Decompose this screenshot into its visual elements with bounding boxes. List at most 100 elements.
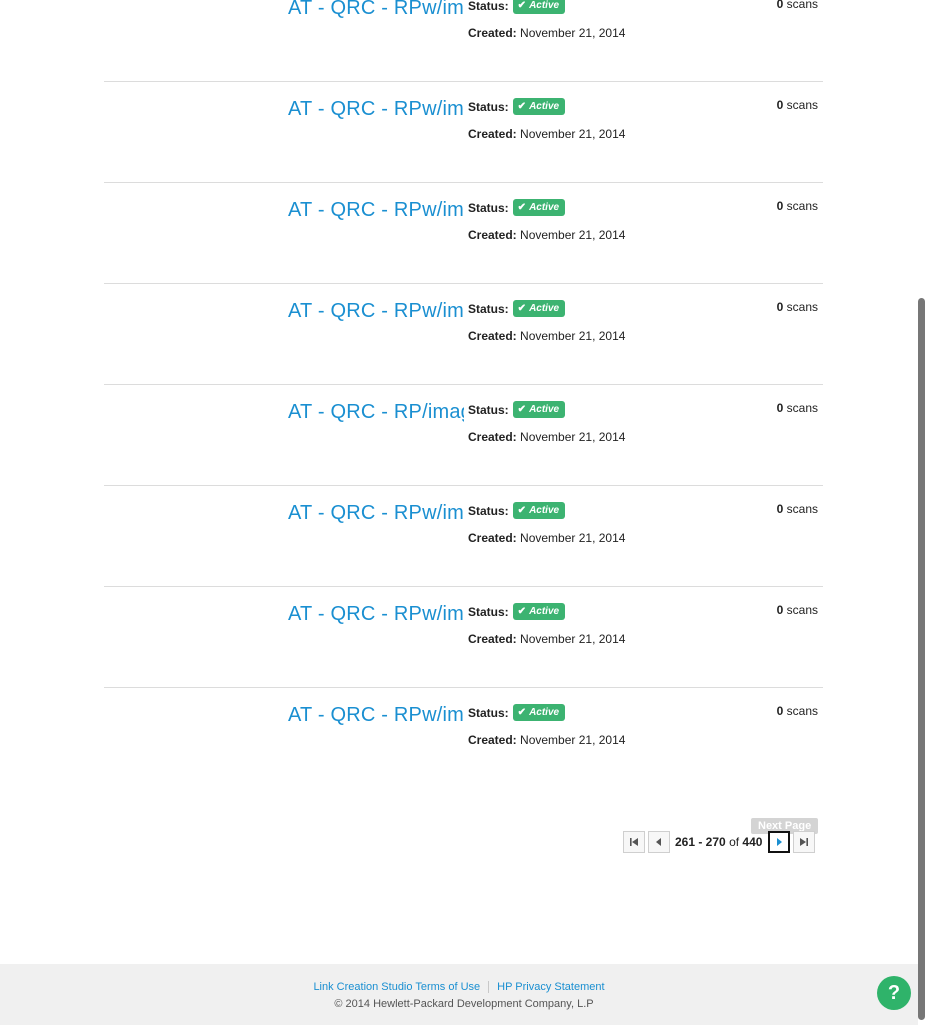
check-icon: ✔ xyxy=(517,505,527,516)
item-title-link[interactable]: AT - QRC - RPw/image xyxy=(288,0,464,20)
created-line: Created: November 21, 2014 xyxy=(468,127,625,141)
status-line: Status: ✔ Active xyxy=(468,603,566,620)
scan-unit: scans xyxy=(786,199,818,213)
created-label: Created: xyxy=(468,329,517,343)
created-line: Created: November 21, 2014 xyxy=(468,228,625,242)
check-icon: ✔ xyxy=(517,101,527,112)
check-icon: ✔ xyxy=(517,303,527,314)
status-line: Status: ✔ Active xyxy=(468,199,566,216)
status-line: Status: ✔ Active xyxy=(468,300,566,317)
status-label: Status: xyxy=(468,402,509,417)
status-badge: ✔ Active xyxy=(512,603,566,620)
prev-page-button[interactable] xyxy=(648,831,670,853)
page-of: of xyxy=(729,835,740,849)
item-title-link[interactable]: AT - QRC - RPw/image xyxy=(288,199,464,222)
status-label: Status: xyxy=(468,99,509,114)
help-button[interactable]: ? xyxy=(877,976,911,1010)
list-item: AT - QRC - RPw/image Status: ✔Active Cre… xyxy=(104,284,823,385)
check-icon: ✔ xyxy=(517,707,527,718)
status-label: Status: xyxy=(468,301,509,316)
badge-text: Active xyxy=(529,101,560,112)
created-line: Created: November 21, 2014 xyxy=(468,329,625,343)
privacy-statement-link[interactable]: HP Privacy Statement xyxy=(497,981,604,993)
badge-text: Active xyxy=(529,505,560,516)
campaign-list: AT - QRC - RPw/image Status: ✔Active Cre… xyxy=(104,0,823,788)
help-icon: ? xyxy=(887,981,901,1004)
scrollbar-thumb[interactable] xyxy=(918,298,925,1020)
created-label: Created: xyxy=(468,430,517,444)
status-label: Status: xyxy=(468,604,509,619)
scan-number: 0 xyxy=(776,300,784,314)
created-date: November 21, 2014 xyxy=(520,632,626,646)
scan-count: 0 scans xyxy=(777,401,818,415)
status-line: Status: ✔ Active xyxy=(468,502,566,519)
status-badge: ✔ Active xyxy=(512,300,566,317)
list-item: AT - QRC - RPw/image Status: ✔Active Cre… xyxy=(104,688,823,788)
first-page-button[interactable] xyxy=(623,831,645,853)
status-badge: ✔ Active xyxy=(512,704,566,721)
item-title-link[interactable]: AT - QRC - RPw/image xyxy=(288,704,464,727)
scan-unit: scans xyxy=(786,0,818,11)
page-range-info: 261 - 270 of 440 xyxy=(675,835,762,849)
status-label: Status: xyxy=(468,705,509,720)
scan-number: 0 xyxy=(776,98,784,112)
scan-number: 0 xyxy=(776,704,784,718)
next-page-button[interactable] xyxy=(768,831,791,853)
item-title-link[interactable]: AT - QRC - RPw/image xyxy=(288,98,464,121)
first-page-icon xyxy=(630,838,638,846)
list-item: AT - QRC - RPw/image Status: ✔Active Cre… xyxy=(104,587,823,688)
scan-number: 0 xyxy=(776,603,784,617)
created-label: Created: xyxy=(468,228,517,242)
scan-count: 0 scans xyxy=(777,98,818,112)
status-badge: ✔ Active xyxy=(512,502,566,519)
status-line: Status: ✔ Active xyxy=(468,401,566,418)
item-title-link[interactable]: AT - QRC - RPw/image xyxy=(288,603,464,626)
status-label: Status: xyxy=(468,503,509,518)
scan-number: 0 xyxy=(776,199,784,213)
status-label: Status: xyxy=(468,0,509,13)
pagination: 261 - 270 of 440 xyxy=(623,830,818,854)
page-total: 440 xyxy=(742,835,763,849)
created-label: Created: xyxy=(468,531,517,545)
scan-unit: scans xyxy=(786,98,818,112)
status-badge: ✔ Active xyxy=(512,98,566,115)
item-title-link[interactable]: AT - QRC - RPw/image xyxy=(288,300,464,323)
status-line: Status: ✔ Active xyxy=(468,0,566,14)
scan-count: 0 scans xyxy=(777,502,818,516)
badge-text: Active xyxy=(529,303,560,314)
last-page-button[interactable] xyxy=(793,831,816,853)
item-title-link[interactable]: AT - QRC - RP/image xyxy=(288,401,464,424)
created-date: November 21, 2014 xyxy=(520,733,626,747)
created-line: Created: November 21, 2014 xyxy=(468,26,625,40)
created-label: Created: xyxy=(468,733,517,747)
next-page-icon xyxy=(777,838,783,846)
item-title-link[interactable]: AT - QRC - RPw/image xyxy=(288,502,464,525)
terms-of-use-link[interactable]: Link Creation Studio Terms of Use xyxy=(313,981,480,993)
status-line: Status: ✔ Active xyxy=(468,98,566,115)
check-icon: ✔ xyxy=(517,606,527,617)
created-label: Created: xyxy=(468,127,517,141)
created-label: Created: xyxy=(468,632,517,646)
footer: Link Creation Studio Terms of Use HP Priv… xyxy=(0,964,918,1025)
scan-unit: scans xyxy=(786,704,818,718)
status-line: Status: ✔ Active xyxy=(468,704,566,721)
badge-text: Active xyxy=(529,404,560,415)
created-date: November 21, 2014 xyxy=(520,329,626,343)
check-icon: ✔ xyxy=(517,404,527,415)
badge-text: Active xyxy=(529,0,560,11)
footer-links: Link Creation Studio Terms of Use HP Priv… xyxy=(0,981,918,994)
check-icon: ✔ xyxy=(517,0,527,11)
created-date: November 21, 2014 xyxy=(520,430,626,444)
scan-unit: scans xyxy=(786,603,818,617)
created-line: Created: November 21, 2014 xyxy=(468,733,625,747)
scan-number: 0 xyxy=(776,401,784,415)
prev-page-icon xyxy=(656,838,661,846)
created-date: November 21, 2014 xyxy=(520,228,626,242)
badge-text: Active xyxy=(529,707,560,718)
created-date: November 21, 2014 xyxy=(520,531,626,545)
status-badge: ✔ Active xyxy=(512,401,566,418)
scan-count: 0 scans xyxy=(777,199,818,213)
created-date: November 21, 2014 xyxy=(520,127,626,141)
list-item: AT - QRC - RPw/image Status: ✔Active Cre… xyxy=(104,82,823,183)
scan-unit: scans xyxy=(786,502,818,516)
